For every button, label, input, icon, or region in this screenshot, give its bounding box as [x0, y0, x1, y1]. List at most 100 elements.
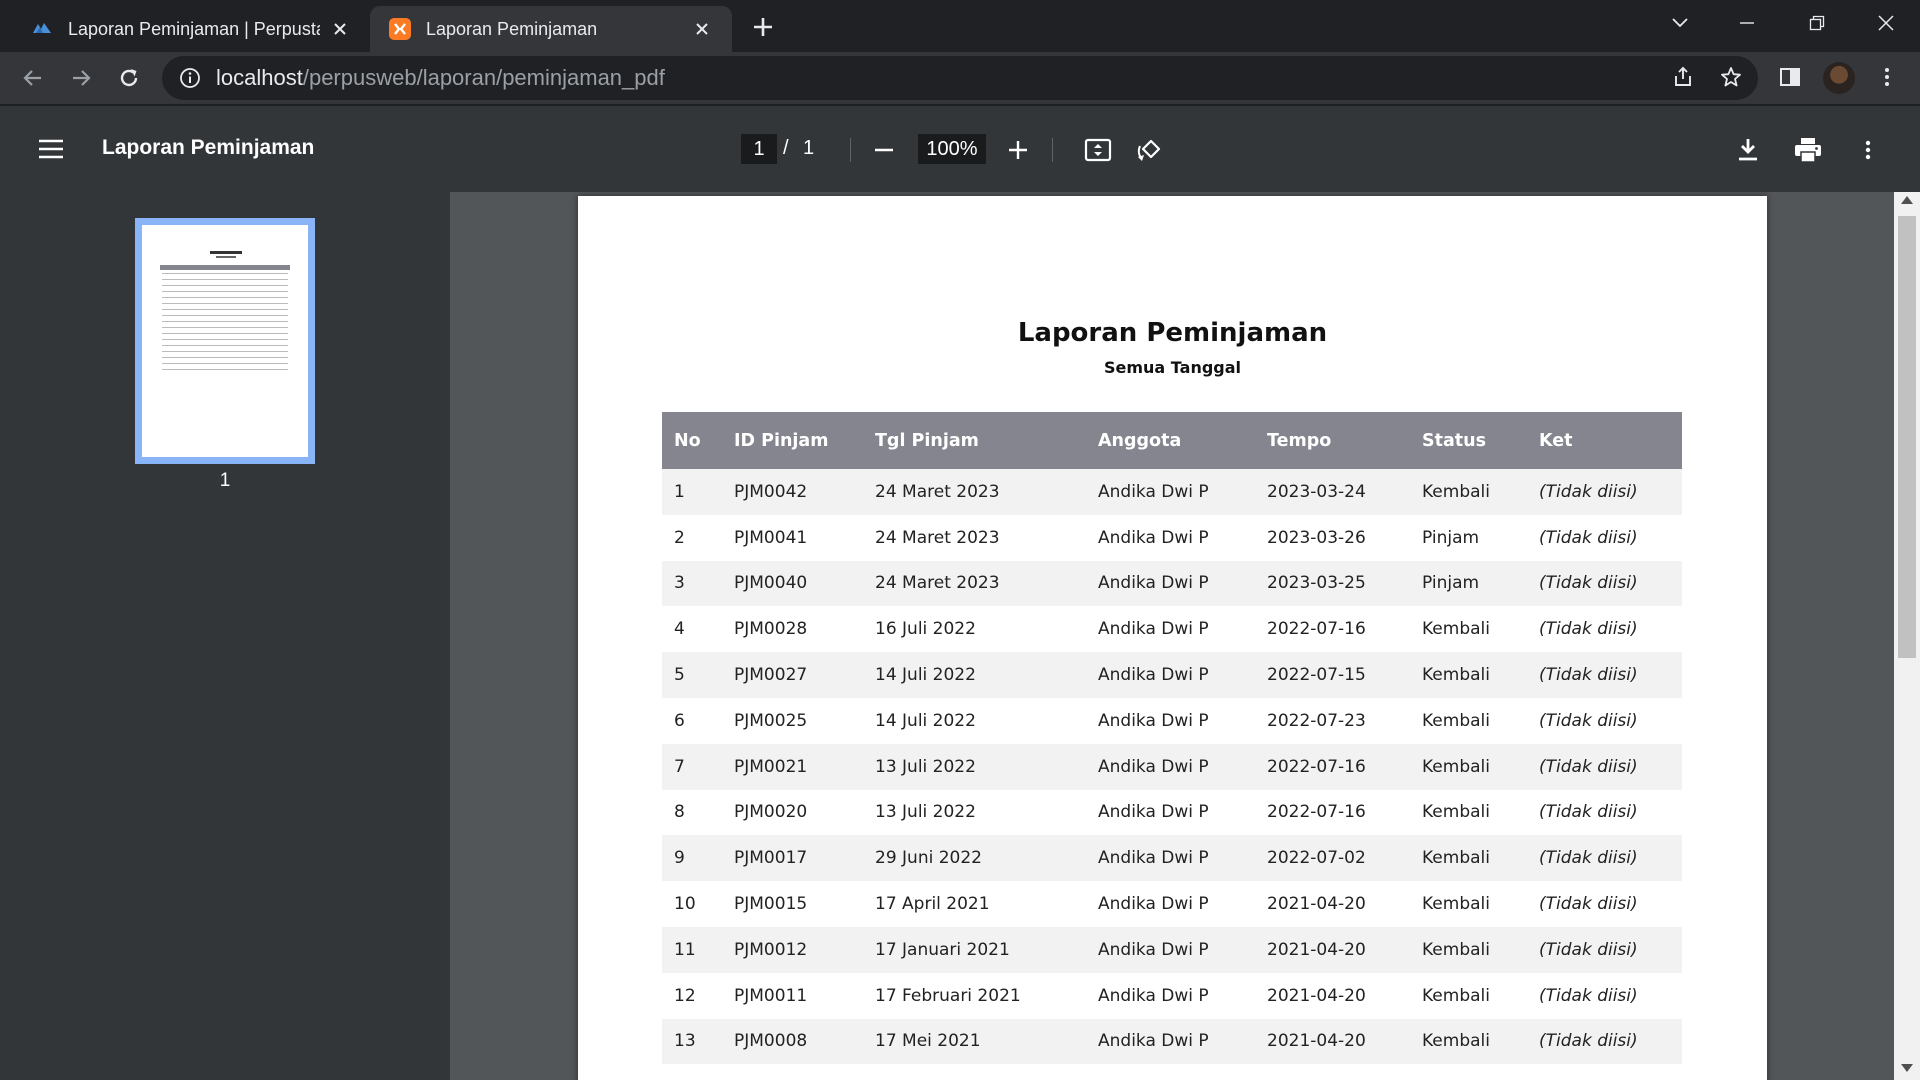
table-cell: Pinjam	[1422, 527, 1480, 548]
table-cell: Kembali	[1422, 894, 1490, 915]
page-total: 1	[803, 137, 815, 159]
table-row: 13 PJM0008 17 Mei 2021 Andika Dwi P 2021-04-…	[662, 1018, 1682, 1065]
table-cell: 1	[674, 481, 685, 502]
table-cell: 5	[674, 665, 685, 686]
table-cell: (Tidak diisi)	[1539, 710, 1638, 731]
more-vert-icon[interactable]	[1850, 132, 1886, 168]
zoom-out-minus-icon[interactable]	[866, 132, 902, 168]
download-icon[interactable]	[1730, 132, 1766, 168]
table-row: 12 PJM0011 17 Februari 2021 Andika Dwi P 202…	[662, 972, 1682, 1019]
table-cell: Kembali	[1422, 1031, 1490, 1052]
table-cell: (Tidak diisi)	[1539, 756, 1638, 777]
table-cell: (Tidak diisi)	[1539, 619, 1638, 640]
table-cell: Andika Dwi P	[1098, 939, 1209, 960]
info-icon[interactable]	[178, 66, 202, 90]
table-cell: Andika Dwi P	[1098, 985, 1209, 1006]
share-icon[interactable]	[1668, 62, 1698, 92]
scrollbar[interactable]	[1894, 192, 1920, 1080]
table-cell: Pinjam	[1422, 573, 1480, 594]
tab-strip: Laporan Peminjaman | Perpustakaan Lapora…	[0, 0, 1920, 52]
table-cell: PJM0021	[734, 756, 808, 777]
column-header: Tgl Pinjam	[863, 412, 1086, 469]
table-cell: 2022-07-02	[1267, 848, 1366, 869]
close-icon[interactable]	[328, 17, 352, 41]
more-vert-icon[interactable]	[1872, 62, 1902, 92]
scrollbar-thumb[interactable]	[1898, 216, 1916, 658]
table-row: 9 PJM0017 29 Juni 2022 Andika Dwi P 2022-07-…	[662, 835, 1682, 882]
document-title: Laporan Peminjaman	[1017, 318, 1328, 348]
table-cell: 24 Maret 2023	[875, 481, 1000, 502]
reload-icon[interactable]	[112, 61, 146, 95]
table-cell: PJM0012	[734, 939, 808, 960]
table-cell: 2021-04-20	[1267, 985, 1366, 1006]
zoom-in-plus-icon[interactable]	[1000, 132, 1036, 168]
table-cell: Andika Dwi P	[1098, 848, 1209, 869]
close-window-icon[interactable]	[1866, 8, 1906, 38]
zoom-input[interactable]: 100%	[918, 134, 986, 164]
pdf-viewport[interactable]: Laporan Peminjaman Semua Tanggal No ID P…	[450, 192, 1920, 1080]
table-cell: 2022-07-16	[1267, 756, 1366, 777]
table-cell: Andika Dwi P	[1098, 894, 1209, 915]
menu-icon[interactable]	[34, 132, 68, 166]
thumbnail-preview	[152, 235, 298, 440]
table-row: 1 PJM0042 24 Maret 2023 Andika Dwi P 2023-03…	[662, 469, 1682, 515]
tab-laporan-perpustakaan[interactable]: Laporan Peminjaman | Perpustakaan	[12, 6, 370, 52]
fit-page-icon[interactable]	[1080, 132, 1116, 168]
table-cell: 2023-03-25	[1267, 573, 1366, 594]
table-cell: 10	[674, 894, 696, 915]
table-cell: PJM0017	[734, 848, 808, 869]
table-cell: 17 Mei 2021	[875, 1031, 981, 1052]
sidepanel-icon[interactable]	[1775, 62, 1805, 92]
page-thumbnail[interactable]	[135, 218, 315, 464]
rotate-icon[interactable]	[1133, 132, 1169, 168]
table-cell: 2021-04-20	[1267, 894, 1366, 915]
scroll-up-arrow-icon[interactable]	[1901, 196, 1913, 204]
table-cell: 24 Maret 2023	[875, 527, 1000, 548]
column-header: No	[662, 412, 722, 469]
table-row: 4 PJM0028 16 Juli 2022 Andika Dwi P 2022-07-…	[662, 606, 1682, 653]
close-icon[interactable]	[690, 17, 714, 41]
print-icon[interactable]	[1790, 132, 1826, 168]
column-header: Status	[1410, 412, 1527, 469]
table-cell: 2	[674, 527, 685, 548]
table-cell: Kembali	[1422, 619, 1490, 640]
chevron-down-icon[interactable]	[1660, 8, 1700, 38]
table-cell: (Tidak diisi)	[1539, 665, 1638, 686]
table-cell: PJM0020	[734, 802, 808, 823]
profile-avatar[interactable]	[1823, 62, 1855, 94]
thumbnail-page-number: 1	[219, 470, 231, 491]
table-cell: Kembali	[1422, 985, 1490, 1006]
table-cell: 2021-04-20	[1267, 939, 1366, 960]
table-cell: PJM0041	[734, 527, 808, 548]
address-bar[interactable]: localhost/perpusweb/laporan/peminjaman_p…	[162, 56, 1758, 100]
page-number-input[interactable]: 1	[741, 134, 777, 164]
table-cell: Kembali	[1422, 756, 1490, 777]
tab-title: Laporan Peminjaman | Perpustakaan	[68, 18, 320, 39]
page-separator: /	[783, 137, 789, 159]
table-cell: (Tidak diisi)	[1539, 573, 1638, 594]
table-cell: 13	[674, 1031, 696, 1052]
table-cell: PJM0008	[734, 1031, 808, 1052]
document-subtitle: Semua Tanggal	[1103, 358, 1242, 377]
pdf-title: Laporan Peminjaman	[102, 136, 315, 159]
table-cell: 2021-04-20	[1267, 1031, 1366, 1052]
table-cell: 2022-07-23	[1267, 710, 1366, 731]
restore-icon[interactable]	[1797, 8, 1837, 38]
table-cell: Andika Dwi P	[1098, 665, 1209, 686]
table-cell: (Tidak diisi)	[1539, 802, 1638, 823]
table-cell: 3	[674, 573, 685, 594]
forward-icon[interactable]	[64, 61, 98, 95]
table-cell: 17 Januari 2021	[875, 939, 1010, 960]
tab-laporan-peminjaman[interactable]: Laporan Peminjaman	[370, 6, 732, 52]
back-icon[interactable]	[16, 61, 50, 95]
scroll-down-arrow-icon[interactable]	[1901, 1064, 1913, 1072]
new-tab-plus-icon[interactable]	[748, 12, 778, 42]
minimize-icon[interactable]	[1727, 8, 1767, 38]
table-cell: 6	[674, 710, 685, 731]
table-cell: (Tidak diisi)	[1539, 894, 1638, 915]
site-favicon-icon	[30, 17, 54, 41]
table-cell: 8	[674, 802, 685, 823]
table-cell: (Tidak diisi)	[1539, 939, 1638, 960]
star-icon[interactable]	[1716, 62, 1746, 92]
pdf-toolbar: Laporan Peminjaman 1 / 1 100%	[0, 106, 1920, 192]
